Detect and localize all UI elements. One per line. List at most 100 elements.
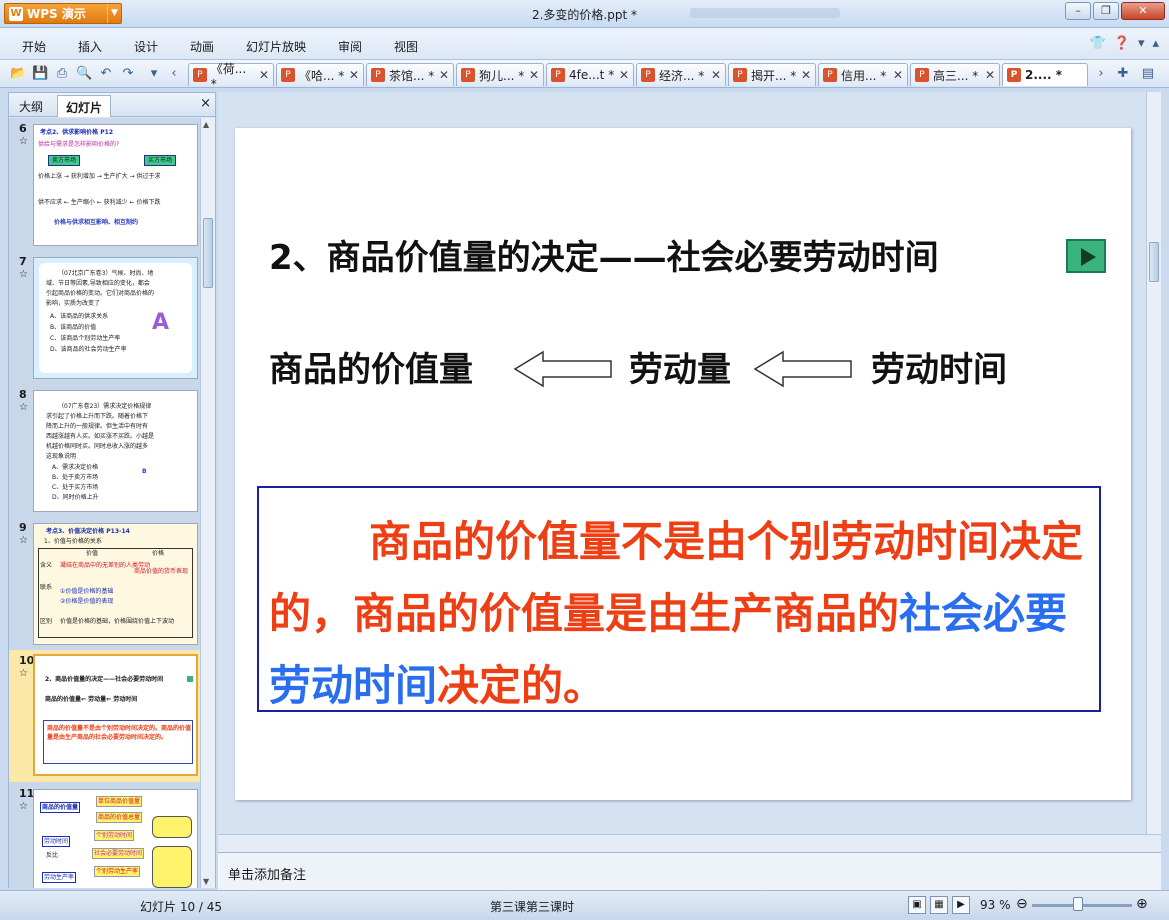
thumbnail: 商品的价值量 单位商品价值量 商品的价值总量 劳动时间 反比 劳动生产率 个别劳… [33, 789, 198, 888]
notes-placeholder: 单击添加备注 [228, 868, 307, 883]
slide-position: 幻灯片 10 / 45 [140, 900, 223, 914]
slides-panel: 大纲 幻灯片 × 6 ☆ 考点2、供求影响价格 P12 供给与需求是怎样影响价格… [8, 92, 216, 888]
doc-tab[interactable]: P 高三... * ✕ [910, 63, 1000, 86]
zoom-slider-handle[interactable] [1073, 897, 1083, 911]
close-tab-icon[interactable]: ✕ [349, 68, 359, 82]
print-preview-icon[interactable]: 🔍 [76, 66, 92, 82]
slide-editor: 2、商品价值量的决定——社会必要劳动时间 商品的价值量 劳动量 劳动时间 商品的… [218, 92, 1161, 852]
user-name-blurred [690, 8, 840, 18]
collapse-ribbon-icon[interactable]: ▴ [1152, 36, 1159, 51]
save-icon[interactable]: 💾 [32, 66, 48, 82]
thumbnail: （07广东卷23）需求决定价格规律 求引起了价格上升而下跌。随着价格下 降而上升… [33, 390, 198, 512]
doc-tab[interactable]: P 茶馆... * ✕ [366, 63, 454, 86]
scrollbar-thumb[interactable] [203, 218, 213, 288]
help-icon[interactable]: ❓ [1114, 36, 1130, 51]
new-tab-icon[interactable]: ✚ [1115, 66, 1131, 82]
notes-pane[interactable]: 单击添加备注 [218, 852, 1161, 890]
slideshow-view-icon[interactable]: ▶ [952, 896, 970, 914]
slide-thumb-6[interactable]: 6 ☆ 考点2、供求影响价格 P12 供给与需求是怎样影响价格的? 卖方市场 买… [9, 118, 201, 250]
customize-toolbar-icon[interactable]: ▾ [146, 66, 162, 82]
menu-bar: 开始 插入 设计 动画 幻灯片放映 审阅 视图 👕 ❓ ▾ ▴ [0, 28, 1169, 60]
slide-thumb-11[interactable]: 11 ☆ 商品的价值量 单位商品价值量 商品的价值总量 劳动时间 反比 劳动生产… [9, 783, 201, 888]
ppt-file-icon: P [915, 68, 929, 82]
current-slide[interactable]: 2、商品价值量的决定——社会必要劳动时间 商品的价值量 劳动量 劳动时间 商品的… [235, 128, 1131, 800]
ppt-file-icon: P [371, 68, 385, 82]
tab-outline[interactable]: 大纲 [11, 95, 51, 117]
ppt-file-icon: P [551, 68, 565, 82]
skin-icon[interactable]: 👕 [1090, 36, 1106, 51]
doc-tab[interactable]: P 4fe...t * ✕ [546, 63, 634, 86]
doc-tab[interactable]: P 《荷... * ✕ [188, 62, 274, 91]
tabs-scroll-right-icon[interactable]: › [1093, 66, 1109, 82]
redo-icon[interactable]: ↷ [120, 66, 136, 82]
thumbnails-scrollbar[interactable]: ▲ ▼ [200, 118, 215, 888]
close-tab-icon[interactable]: ✕ [801, 68, 811, 82]
left-arrow-icon [753, 350, 852, 388]
scrollbar-thumb[interactable] [1149, 242, 1159, 282]
chevron-down-icon[interactable]: ▾ [1138, 36, 1145, 51]
tabs-scroll-left-icon[interactable]: ‹ [166, 66, 182, 82]
thumbnail: 考点2、供求影响价格 P12 供给与需求是怎样影响价格的? 卖方市场 买方市场 … [33, 124, 198, 246]
animation-star-icon: ☆ [19, 402, 28, 413]
slide-thumb-9[interactable]: 9 ☆ 考点3、价值决定价格 P13-14 1、价值与价格的关系 价值 价格 含… [9, 517, 201, 649]
editor-vertical-scrollbar[interactable] [1146, 92, 1161, 834]
tab-slides[interactable]: 幻灯片 [57, 95, 112, 117]
doc-tab[interactable]: P 揭开... * ✕ [728, 63, 816, 86]
thumbnail: （07北京广东卷3）气候、时尚、地 域、节日等因素,导致相应的变化，都会 引起商… [33, 257, 198, 379]
play-action-button[interactable] [1066, 239, 1106, 273]
scroll-down-icon[interactable]: ▼ [203, 877, 209, 886]
doc-tab[interactable]: P 《哈... * ✕ [276, 63, 364, 86]
close-icon[interactable]: × [200, 96, 211, 111]
close-tab-icon[interactable]: ✕ [619, 68, 629, 82]
slide-thumb-7[interactable]: 7 ☆ （07北京广东卷3）气候、时尚、地 域、节日等因素,导致相应的变化，都会… [9, 251, 201, 383]
scroll-up-icon[interactable]: ▲ [203, 120, 209, 129]
thumbnail: 2、商品价值量的决定——社会必要劳动时间 商品的价值量⇐ 劳动量⇐ 劳动时间 商… [33, 654, 198, 776]
close-tab-icon[interactable]: ✕ [893, 68, 903, 82]
close-tab-icon[interactable]: ✕ [259, 68, 269, 82]
close-tab-icon[interactable]: ✕ [529, 68, 539, 82]
ppt-file-icon: P [733, 68, 747, 82]
menu-design[interactable]: 设计 [134, 38, 158, 55]
slide-thumb-8[interactable]: 8 ☆ （07广东卷23）需求决定价格规律 求引起了价格上升而下跌。随着价格下 … [9, 384, 201, 516]
restore-button[interactable]: ❐ [1093, 2, 1119, 20]
close-tab-icon[interactable]: ✕ [439, 68, 449, 82]
slide-sorter-view-icon[interactable]: ▦ [930, 896, 948, 914]
thumbnail: 考点3、价值决定价格 P13-14 1、价值与价格的关系 价值 价格 含义 凝结… [33, 523, 198, 645]
close-tab-icon[interactable]: ✕ [711, 68, 721, 82]
window-controls: – ❐ ✕ [1065, 2, 1165, 20]
ppt-file-icon: P [461, 68, 475, 82]
row-labor-time: 劳动时间 [871, 350, 1007, 390]
conclusion-textbox[interactable]: 商品的价值量不是由个别劳动时间决定的，商品的价值量是由生产商品的社会必要劳动时间… [257, 486, 1101, 712]
doc-tab-active[interactable]: P 2.... * [1002, 63, 1088, 86]
menu-animation[interactable]: 动画 [190, 38, 214, 55]
play-icon [187, 676, 193, 682]
print-icon[interactable]: ⎙ [54, 66, 70, 82]
animation-star-icon: ☆ [19, 269, 28, 280]
normal-view-icon[interactable]: ▣ [908, 896, 926, 914]
close-tab-icon[interactable]: ✕ [985, 68, 995, 82]
open-folder-icon[interactable]: 📂 [10, 66, 26, 82]
doc-tab[interactable]: P 信用... * ✕ [818, 63, 908, 86]
doc-tab[interactable]: P 狗儿... * ✕ [456, 63, 544, 86]
conclusion-text: 商品的价值量不是由个别劳动时间决定的，商品的价值量是由生产商品的社会必要劳动时间… [269, 517, 1084, 710]
doc-tab[interactable]: P 经济... * ✕ [636, 63, 726, 86]
menu-right-icons: 👕 ❓ ▾ ▴ [1090, 36, 1159, 51]
menu-review[interactable]: 审阅 [338, 38, 362, 55]
zoom-level: 93 % [980, 898, 1011, 912]
close-button[interactable]: ✕ [1121, 2, 1165, 20]
slide-thumb-10-selected[interactable]: 10 ☆ 2、商品价值量的决定——社会必要劳动时间 商品的价值量⇐ 劳动量⇐ 劳… [9, 650, 201, 782]
animation-star-icon: ☆ [19, 801, 28, 812]
menu-insert[interactable]: 插入 [78, 38, 102, 55]
minimize-button[interactable]: – [1065, 2, 1091, 20]
menu-view[interactable]: 视图 [394, 38, 418, 55]
ppt-file-icon: P [1007, 68, 1021, 82]
menu-slideshow[interactable]: 幻灯片放映 [246, 38, 306, 55]
slide-title[interactable]: 2、商品价值量的决定——社会必要劳动时间 [269, 230, 939, 279]
zoom-out-icon[interactable]: ⊖ [1016, 896, 1028, 912]
row-value-quantity: 商品的价值量 [269, 350, 473, 390]
editor-horizontal-scrollbar[interactable] [218, 834, 1161, 852]
undo-icon[interactable]: ↶ [98, 66, 114, 82]
menu-start[interactable]: 开始 [22, 38, 46, 55]
tab-list-icon[interactable]: ▤ [1140, 66, 1156, 82]
zoom-in-icon[interactable]: ⊕ [1136, 896, 1148, 912]
